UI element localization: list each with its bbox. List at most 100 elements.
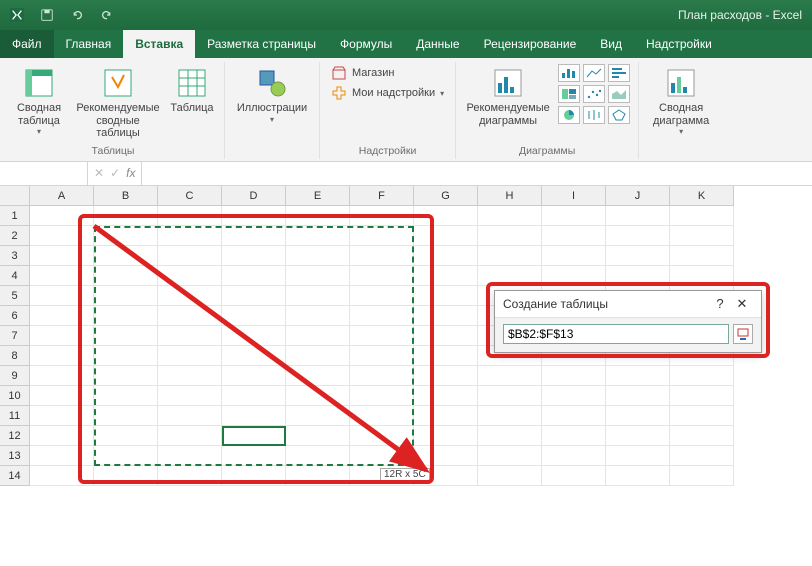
cell[interactable] (222, 406, 286, 426)
cell[interactable] (542, 446, 606, 466)
cell[interactable] (158, 426, 222, 446)
row-header[interactable]: 4 (0, 266, 30, 286)
tab-view[interactable]: Вид (588, 30, 634, 58)
cell[interactable] (158, 246, 222, 266)
cell[interactable] (350, 206, 414, 226)
row-header[interactable]: 3 (0, 246, 30, 266)
cell[interactable] (350, 226, 414, 246)
cell[interactable] (222, 346, 286, 366)
cell[interactable] (606, 266, 670, 286)
cell[interactable] (94, 386, 158, 406)
cell[interactable] (478, 406, 542, 426)
col-header[interactable]: E (286, 186, 350, 206)
cell[interactable] (158, 386, 222, 406)
cell[interactable] (414, 366, 478, 386)
recommended-pivot-button[interactable]: Рекомендуемые сводные таблицы (74, 64, 162, 143)
cell[interactable] (222, 366, 286, 386)
cell[interactable] (670, 466, 734, 486)
cell[interactable] (286, 406, 350, 426)
cell[interactable] (542, 386, 606, 406)
cell[interactable] (606, 466, 670, 486)
chart-bar-button[interactable] (608, 64, 630, 82)
cell[interactable] (94, 426, 158, 446)
tab-pagelayout[interactable]: Разметка страницы (195, 30, 328, 58)
cell[interactable] (286, 286, 350, 306)
cell[interactable] (542, 246, 606, 266)
cell[interactable] (286, 346, 350, 366)
cell[interactable] (222, 386, 286, 406)
cell[interactable] (478, 466, 542, 486)
cell[interactable] (670, 446, 734, 466)
cell[interactable] (94, 266, 158, 286)
col-header[interactable]: B (94, 186, 158, 206)
cancel-formula-icon[interactable]: ✕ (94, 166, 104, 180)
cell[interactable] (222, 246, 286, 266)
cell[interactable] (350, 446, 414, 466)
cell[interactable] (286, 246, 350, 266)
cell[interactable] (94, 306, 158, 326)
cell[interactable] (350, 406, 414, 426)
cell[interactable] (670, 366, 734, 386)
cell[interactable] (670, 266, 734, 286)
cell[interactable] (94, 446, 158, 466)
cell[interactable] (286, 226, 350, 246)
cell[interactable] (414, 346, 478, 366)
cell[interactable] (158, 366, 222, 386)
cell[interactable] (286, 386, 350, 406)
cell[interactable] (414, 426, 478, 446)
cell[interactable] (286, 326, 350, 346)
redo-button[interactable] (96, 4, 118, 26)
cell[interactable] (222, 306, 286, 326)
cell[interactable] (350, 246, 414, 266)
cell[interactable] (414, 286, 478, 306)
row-header[interactable]: 2 (0, 226, 30, 246)
cell[interactable] (30, 306, 94, 326)
chart-scatter-button[interactable] (583, 85, 605, 103)
cell[interactable] (158, 326, 222, 346)
cell[interactable] (286, 206, 350, 226)
cell[interactable] (286, 366, 350, 386)
cell[interactable] (222, 226, 286, 246)
confirm-formula-icon[interactable]: ✓ (110, 166, 120, 180)
undo-button[interactable] (66, 4, 88, 26)
cell[interactable] (414, 406, 478, 426)
cell[interactable] (478, 366, 542, 386)
cell[interactable] (606, 426, 670, 446)
row-header[interactable]: 11 (0, 406, 30, 426)
name-box[interactable] (0, 162, 88, 185)
cell[interactable] (94, 366, 158, 386)
cell[interactable] (670, 206, 734, 226)
cell[interactable] (350, 266, 414, 286)
col-header[interactable]: D (222, 186, 286, 206)
pivot-table-button[interactable]: Сводная таблица▾ (10, 64, 68, 139)
cell[interactable] (670, 386, 734, 406)
col-header[interactable]: F (350, 186, 414, 206)
cell[interactable] (478, 446, 542, 466)
cell[interactable] (542, 266, 606, 286)
cell[interactable] (30, 226, 94, 246)
cell[interactable] (158, 226, 222, 246)
cell[interactable] (478, 206, 542, 226)
cell[interactable] (542, 406, 606, 426)
col-header[interactable]: G (414, 186, 478, 206)
cell[interactable] (286, 446, 350, 466)
range-collapse-button[interactable] (733, 324, 753, 344)
row-header[interactable]: 14 (0, 466, 30, 486)
cell[interactable] (350, 326, 414, 346)
cell[interactable] (158, 266, 222, 286)
col-header[interactable]: H (478, 186, 542, 206)
cell[interactable] (158, 346, 222, 366)
cell[interactable] (94, 406, 158, 426)
tab-data[interactable]: Данные (404, 30, 471, 58)
my-addins-button[interactable]: Мои надстройки ▾ (328, 84, 447, 102)
table-range-input[interactable] (503, 324, 729, 344)
cell[interactable] (158, 206, 222, 226)
row-header[interactable]: 12 (0, 426, 30, 446)
cell[interactable] (542, 226, 606, 246)
cell[interactable] (606, 446, 670, 466)
cell[interactable] (94, 346, 158, 366)
chart-stock-button[interactable] (583, 106, 605, 124)
cell[interactable] (30, 266, 94, 286)
row-header[interactable]: 10 (0, 386, 30, 406)
cell[interactable] (478, 426, 542, 446)
